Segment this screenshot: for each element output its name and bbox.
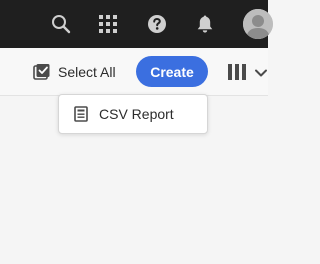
menu-item-label: CSV Report — [99, 106, 174, 122]
search-icon[interactable] — [50, 13, 72, 35]
menu-item-csv-report[interactable]: CSV Report — [59, 95, 207, 133]
chevron-down-icon[interactable] — [254, 66, 268, 80]
select-all-button[interactable]: Select All — [33, 62, 116, 82]
apps-grid-icon[interactable] — [97, 13, 119, 35]
report-icon — [74, 106, 88, 122]
help-icon[interactable] — [145, 12, 169, 36]
bell-icon[interactable] — [193, 12, 217, 36]
column-view-icon[interactable] — [228, 63, 246, 81]
create-button[interactable]: Create — [136, 56, 208, 87]
select-all-label: Select All — [58, 64, 116, 80]
create-menu-popover: CSV Report — [58, 94, 208, 134]
user-avatar[interactable] — [243, 9, 273, 39]
action-bar: Select All Create — [0, 48, 268, 96]
checkbox-icon — [33, 64, 50, 80]
global-header — [0, 0, 273, 48]
